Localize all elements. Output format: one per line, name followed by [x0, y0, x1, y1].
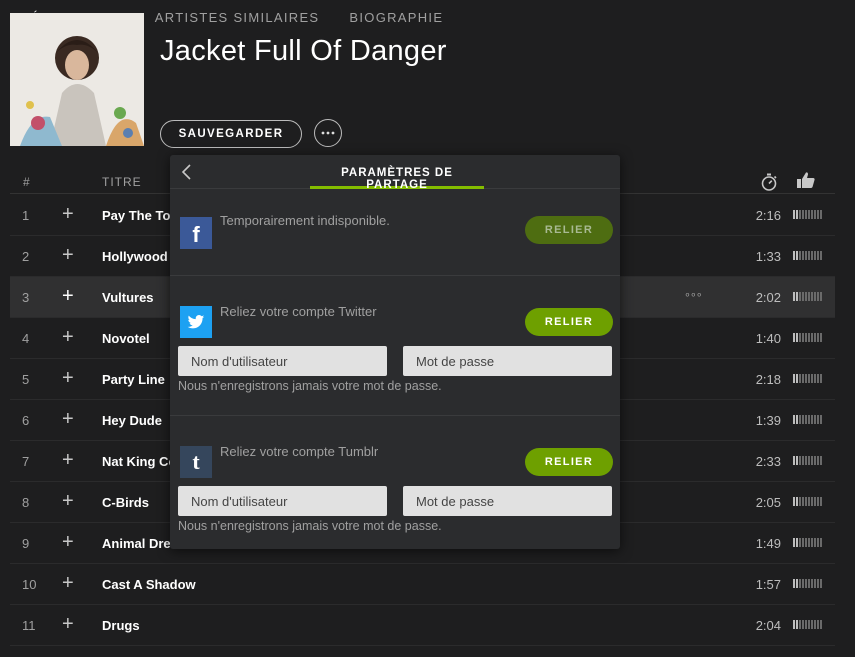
track-title: Cast A Shadow — [102, 577, 196, 592]
tumblr-username-input[interactable] — [178, 486, 387, 516]
share-settings-modal: PARAMÈTRES DE PARTAGE f Temporairement i… — [170, 155, 620, 549]
track-title: Hollywood — [102, 249, 168, 264]
track-number: 3 — [22, 290, 30, 305]
track-duration: 2:04 — [755, 618, 781, 633]
twitter-password-note: Nous n'enregistrons jamais votre mot de … — [178, 379, 442, 393]
add-icon[interactable]: + — [62, 204, 74, 224]
popularity-meter — [793, 292, 825, 301]
ellipsis-icon — [321, 131, 335, 135]
track-number: 6 — [22, 413, 30, 428]
twitter-username-input[interactable] — [178, 346, 387, 376]
add-icon[interactable]: + — [62, 614, 74, 634]
stopwatch-icon[interactable] — [760, 172, 778, 195]
popularity-meter — [793, 456, 825, 465]
track-title: Novotel — [102, 331, 150, 346]
column-title[interactable]: TITRE — [102, 175, 142, 189]
more-options-icon[interactable]: ∘∘∘ — [684, 288, 703, 301]
twitter-section: Reliez votre compte Twitter RELIER Nous … — [170, 276, 620, 416]
more-options-button[interactable] — [314, 119, 342, 147]
popularity-meter — [793, 538, 825, 547]
track-duration: 1:39 — [755, 413, 781, 428]
tab-biography[interactable]: BIOGRAPHIE — [349, 0, 443, 38]
add-icon[interactable]: + — [62, 573, 74, 593]
back-chevron-icon[interactable] — [180, 164, 194, 180]
add-icon[interactable]: + — [62, 532, 74, 552]
track-number: 4 — [22, 331, 30, 346]
twitter-connect-button[interactable]: RELIER — [525, 308, 613, 336]
thumbs-up-icon[interactable] — [796, 171, 816, 192]
track-number: 2 — [22, 249, 30, 264]
popularity-meter — [793, 333, 825, 342]
track-title: Drugs — [102, 618, 140, 633]
tumblr-password-input[interactable] — [403, 486, 612, 516]
popularity-meter — [793, 620, 825, 629]
facebook-status: Temporairement indisponible. — [220, 213, 390, 228]
track-duration: 1:40 — [755, 331, 781, 346]
track-duration: 1:57 — [755, 577, 781, 592]
track-title: Hey Dude — [102, 413, 162, 428]
table-row[interactable]: 10 + Cast A Shadow 1:57 — [10, 564, 835, 605]
track-duration: 2:02 — [755, 290, 781, 305]
popularity-meter — [793, 497, 825, 506]
facebook-section: f Temporairement indisponible. RELIER — [170, 189, 620, 276]
track-number: 1 — [22, 208, 30, 223]
column-number[interactable]: # — [23, 175, 31, 189]
facebook-icon: f — [180, 217, 212, 249]
track-number: 8 — [22, 495, 30, 510]
track-number: 10 — [22, 577, 37, 592]
album-title: Jacket Full Of Danger — [160, 35, 447, 67]
track-title: Animal Dre — [102, 536, 171, 551]
popularity-meter — [793, 415, 825, 424]
popularity-meter — [793, 210, 825, 219]
modal-header: PARAMÈTRES DE PARTAGE — [170, 155, 620, 191]
album-cover — [10, 13, 144, 146]
add-icon[interactable]: + — [62, 450, 74, 470]
track-duration: 2:18 — [755, 372, 781, 387]
add-icon[interactable]: + — [62, 368, 74, 388]
add-icon[interactable]: + — [62, 245, 74, 265]
tumblr-section: t Reliez votre compte Tumblr RELIER Nous… — [170, 416, 620, 548]
add-icon[interactable]: + — [62, 286, 74, 306]
tumblr-connect-button[interactable]: RELIER — [525, 448, 613, 476]
add-icon[interactable]: + — [62, 491, 74, 511]
tumblr-prompt: Reliez votre compte Tumblr — [220, 444, 379, 459]
track-number: 7 — [22, 454, 30, 469]
tumblr-icon: t — [180, 446, 212, 478]
track-number: 11 — [22, 618, 36, 633]
popularity-meter — [793, 579, 825, 588]
popularity-meter — [793, 374, 825, 383]
save-button[interactable]: SAUVEGARDER — [160, 120, 302, 148]
modal-title: PARAMÈTRES DE PARTAGE — [310, 155, 484, 191]
popularity-meter — [793, 251, 825, 260]
tumblr-password-note: Nous n'enregistrons jamais votre mot de … — [178, 519, 442, 533]
track-duration: 2:33 — [755, 454, 781, 469]
tab-similar-artists[interactable]: ARTISTES SIMILAIRES — [155, 0, 320, 38]
facebook-connect-button[interactable]: RELIER — [525, 216, 613, 244]
add-icon[interactable]: + — [62, 409, 74, 429]
twitter-prompt: Reliez votre compte Twitter — [220, 304, 377, 319]
add-icon[interactable]: + — [62, 327, 74, 347]
track-number: 5 — [22, 372, 30, 387]
track-duration: 1:49 — [755, 536, 781, 551]
track-duration: 1:33 — [755, 249, 781, 264]
track-number: 9 — [22, 536, 30, 551]
track-title: C-Birds — [102, 495, 149, 510]
track-title: Nat King Co — [102, 454, 177, 469]
track-duration: 2:05 — [755, 495, 781, 510]
twitter-password-input[interactable] — [403, 346, 612, 376]
twitter-icon — [180, 306, 212, 338]
track-title: Pay The To — [102, 208, 171, 223]
track-title: Party Line — [102, 372, 165, 387]
track-title: Vultures — [102, 290, 154, 305]
track-duration: 2:16 — [755, 208, 781, 223]
table-row[interactable]: 11 + Drugs 2:04 — [10, 605, 835, 646]
